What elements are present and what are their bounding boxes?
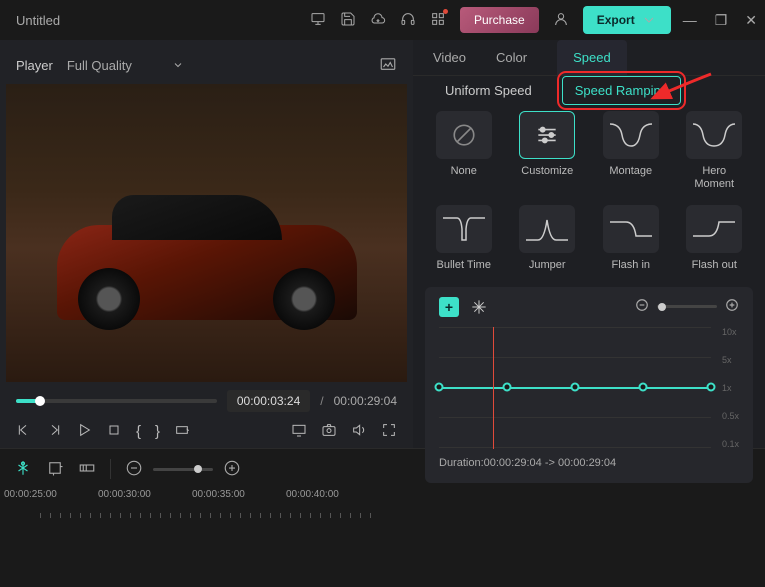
maximize-icon[interactable]: ❐ — [715, 12, 728, 29]
quality-value: Full Quality — [67, 58, 132, 73]
time-total: 00:00:29:04 — [334, 394, 397, 408]
apps-icon[interactable] — [430, 11, 446, 30]
quality-dropdown[interactable]: Full Quality — [67, 58, 184, 73]
brace-left-icon[interactable]: { — [136, 423, 141, 440]
minimize-icon[interactable]: — — [683, 12, 697, 29]
preset-customize[interactable]: Customize — [515, 111, 581, 191]
player-label: Player — [16, 58, 53, 73]
timeline-zoom-out-icon[interactable] — [125, 459, 143, 480]
graph-playhead[interactable] — [493, 327, 494, 449]
crop-icon[interactable] — [46, 459, 64, 480]
preset-flashout[interactable]: Flash out — [682, 205, 748, 272]
play-icon[interactable] — [76, 422, 92, 441]
timeline-ruler[interactable]: 00:00:25:00 00:00:30:00 00:00:35:00 00:0… — [0, 489, 765, 513]
close-icon[interactable]: ✕ — [745, 12, 757, 29]
titlebar: Untitled Purchase Export — ❐ ✕ — [0, 0, 765, 40]
cut-mode-icon[interactable] — [14, 459, 32, 480]
preset-bullet[interactable]: Bullet Time — [431, 205, 497, 272]
tab-video[interactable]: Video — [433, 50, 466, 75]
preview-image-icon[interactable] — [379, 55, 397, 76]
seek-slider[interactable] — [16, 399, 217, 403]
speed-tool-icon[interactable] — [78, 459, 96, 480]
window-controls: — ❐ ✕ — [683, 12, 757, 29]
freeze-frame-button[interactable] — [469, 297, 489, 317]
ramp-zoom-out-icon[interactable] — [635, 298, 649, 315]
video-viewport[interactable] — [6, 84, 407, 382]
project-title: Untitled — [16, 13, 60, 28]
preset-none[interactable]: None — [431, 111, 497, 191]
speed-sub-tabs: Uniform Speed Speed Ramping — [413, 76, 765, 105]
tab-color[interactable]: Color — [496, 50, 527, 75]
sub-tab-uniform[interactable]: Uniform Speed — [433, 77, 544, 104]
ramp-zoom-in-icon[interactable] — [725, 298, 739, 315]
preset-flashin[interactable]: Flash in — [598, 205, 664, 272]
add-keyframe-button[interactable]: + — [439, 297, 459, 317]
property-tabs: Video Color Speed — [413, 40, 765, 76]
snapshot-icon[interactable] — [321, 422, 337, 441]
brace-right-icon[interactable]: } — [155, 423, 160, 440]
fullscreen-icon[interactable] — [381, 422, 397, 441]
player-panel: Player Full Quality 00:00:03:24 / 00:00:… — [0, 40, 413, 448]
save-icon[interactable] — [340, 11, 356, 30]
export-button[interactable]: Export — [583, 6, 671, 34]
cloud-icon[interactable] — [370, 11, 386, 30]
volume-icon[interactable] — [351, 422, 367, 441]
user-icon[interactable] — [553, 11, 569, 30]
ramp-zoom-slider[interactable] — [657, 305, 717, 308]
properties-panel: Video Color Speed Uniform Speed Speed Ra… — [413, 40, 765, 448]
purchase-button[interactable]: Purchase — [460, 7, 539, 33]
speed-graph[interactable]: 10x 5x 1x 0.5x 0.1x — [439, 327, 739, 449]
time-separator: / — [320, 394, 323, 408]
tab-speed[interactable]: Speed — [557, 40, 627, 75]
chevron-down-icon — [172, 59, 184, 71]
preset-grid: None Customize Montage Hero Moment Bulle… — [413, 105, 765, 279]
stop-icon[interactable] — [106, 422, 122, 441]
timeline-zoom-in-icon[interactable] — [223, 459, 241, 480]
next-frame-icon[interactable] — [46, 422, 62, 441]
display-icon[interactable] — [291, 422, 307, 441]
time-current: 00:00:03:24 — [227, 390, 310, 412]
ratio-icon[interactable] — [174, 422, 190, 441]
monitor-icon[interactable] — [310, 11, 326, 30]
duration-readout: Duration:00:00:29:04 -> 00:00:29:04 — [439, 457, 739, 469]
timeline-zoom-slider[interactable] — [153, 468, 213, 471]
prev-frame-icon[interactable] — [16, 422, 32, 441]
ramp-panel: + 10x 5x 1x 0.5x 0.1x — [425, 287, 753, 483]
titlebar-icon-group: Purchase Export — [310, 6, 671, 34]
sub-tab-ramping[interactable]: Speed Ramping — [562, 76, 681, 105]
preset-montage[interactable]: Montage — [598, 111, 664, 191]
preset-hero[interactable]: Hero Moment — [682, 111, 748, 191]
preset-jumper[interactable]: Jumper — [515, 205, 581, 272]
export-label: Export — [597, 13, 635, 27]
headset-icon[interactable] — [400, 11, 416, 30]
